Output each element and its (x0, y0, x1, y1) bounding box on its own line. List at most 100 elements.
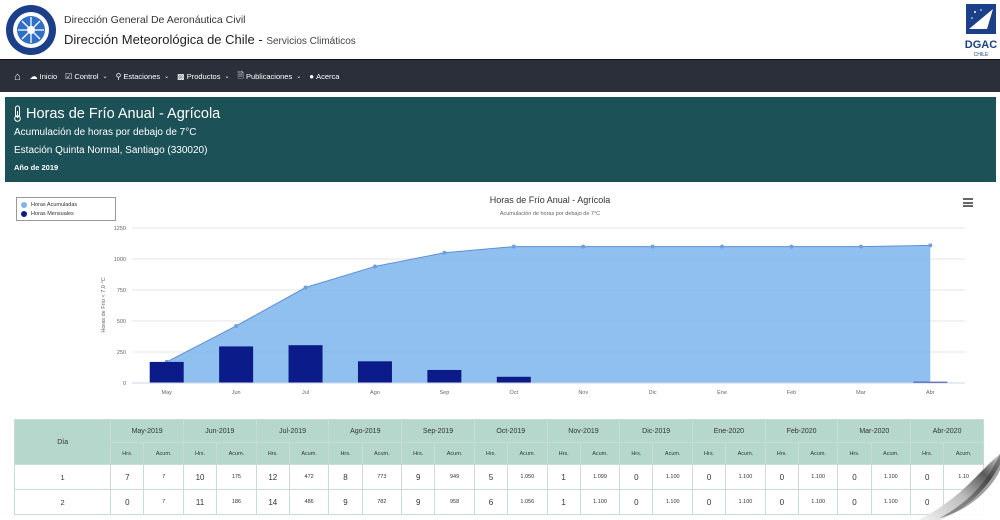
comment-icon: ● (309, 72, 315, 81)
acum-column-header: Acum. (434, 442, 475, 465)
acum-cell: 7 (143, 464, 184, 490)
table-row: 1 7 7 10 175 12 472 8 773 9 949 5 1.050 1 1.099 0 1.100 0… (14, 464, 984, 490)
hrs-column-header: Hrs. (546, 442, 581, 465)
hrs-cell: 0 (110, 489, 145, 515)
hrs-cell: 6 (473, 489, 508, 515)
page-title: Horas de Frío Anual - Agrícola (13, 105, 220, 122)
hrs-cell: 8 (328, 464, 363, 490)
nav-item-label: Productos (186, 72, 221, 81)
year-label: Año de 2019 (14, 163, 59, 172)
acum-cell: 949 (434, 464, 475, 490)
hrs-cell: 11 (182, 489, 218, 515)
acum-column-header: Acum. (143, 442, 184, 465)
hrs-cell: 0 (764, 489, 799, 515)
chevron-down-icon: ⌄ (102, 74, 108, 80)
acum-cell: 1.050 (506, 464, 548, 490)
nav-item-productos[interactable]: ▩ Productos ⌄ (177, 72, 229, 81)
bar-chart-icon: ▩ (177, 72, 185, 81)
acum-cell: 958 (434, 489, 475, 515)
nav-item-label: Estaciones (123, 72, 161, 81)
acum-column-header: Acum. (797, 442, 839, 465)
page-curl-icon[interactable] (880, 440, 1000, 520)
hrs-column-header: Hrs. (401, 442, 436, 465)
acum-column-header: Acum. (361, 442, 403, 465)
legend-item-accumulated[interactable]: Horas Acumuladas (21, 200, 111, 209)
acum-column-header: Acum. (506, 442, 548, 465)
hrs-cell: 9 (328, 489, 363, 515)
hrs-column-header: Hrs. (110, 442, 145, 465)
month-column-header: Oct-2019 (473, 419, 548, 443)
hrs-cell: 1 (546, 464, 581, 490)
month-column-header: Dic-2019 (619, 419, 694, 443)
hrs-cell: 9 (401, 489, 436, 515)
nav-item-label: Control (74, 72, 99, 81)
hrs-column-header: Hrs. (837, 442, 872, 465)
acum-cell: 472 (288, 464, 330, 490)
nav-item-publicaciones[interactable]: 🗎 Publicaciones ⌄ (238, 70, 302, 84)
hours-table: Día May-2019 Jun-2019 Jul-2019 Ago-2019 Sep-… (14, 419, 984, 515)
page-subtitle: Acumulación de horas por debajo de 7°C (14, 127, 197, 138)
legend-label: Horas Mensuales (31, 210, 74, 217)
acum-cell: 1.099 (579, 464, 621, 490)
hrs-cell: 1 (546, 489, 581, 515)
chart-title: Horas de Frío Anual - Agrícola (489, 195, 611, 205)
acum-column-header: Acum. (725, 442, 766, 465)
acum-column-header: Acum. (652, 442, 694, 465)
data-table-container: Día May-2019 Jun-2019 Jul-2019 Ago-2019 Sep-… (14, 419, 984, 520)
map-marker-icon: ⚲ (115, 72, 122, 81)
nav-item-inicio[interactable]: ☁ Inicio (30, 72, 58, 81)
month-column-header: Ago-2019 (328, 419, 403, 443)
page: Dirección General De Aeronáutica Civil D… (0, 0, 1000, 520)
nav-item-label: Acerca (316, 72, 340, 81)
hrs-cell: 12 (255, 464, 290, 490)
hrs-cell: 0 (692, 489, 727, 515)
thermometer-icon (14, 105, 21, 122)
chart-subtitle: Acumulación de horas por debajo de 7°C (499, 211, 601, 217)
hrs-cell: 14 (255, 489, 290, 515)
nav-item-control[interactable]: ☑ Control ⌄ (65, 72, 107, 81)
hrs-cell: 0 (764, 464, 799, 490)
dgac-logo-text: DGAC (965, 39, 997, 51)
hrs-column-header: Hrs. (182, 442, 218, 465)
month-column-header: Nov-2019 (546, 419, 621, 443)
check-square-icon: ☑ (65, 72, 73, 81)
legend-label: Horas Acumuladas (31, 201, 78, 208)
org-name-primary: Dirección General De Aeronáutica Civil (64, 14, 246, 26)
org-name-text: Dirección Meteorológica de Chile (64, 32, 255, 47)
hrs-column-header: Hrs. (619, 442, 654, 465)
nav-item-estaciones[interactable]: ⚲ Estaciones ⌄ (116, 72, 170, 81)
hrs-column-header: Hrs. (692, 442, 727, 465)
legend-swatch (21, 201, 27, 208)
acum-cell: 1.100 (725, 464, 766, 490)
table-row: 2 0 7 11 186 14 486 9 782 9 958 6 1.056 1 1.100 0 1.100 0… (14, 489, 984, 515)
month-column-header: May-2019 (110, 419, 184, 443)
day-cell: 1 (14, 464, 112, 490)
dmc-logo[interactable] (5, 4, 57, 56)
hrs-cell: 0 (619, 464, 654, 490)
legend-item-monthly[interactable]: Horas Mensuales (21, 209, 111, 218)
home-icon[interactable]: ⌂ (14, 71, 21, 83)
dgac-logo[interactable]: DGAC CHILE (960, 3, 1000, 59)
chevron-down-icon: ⌄ (164, 74, 170, 80)
station-label: Estación Quinta Normal, Santiago (330020… (14, 145, 208, 156)
hrs-column-header: Hrs. (328, 442, 363, 465)
acum-cell: 1.100 (652, 464, 694, 490)
hamburger-menu-icon[interactable] (963, 198, 973, 207)
acum-cell: 773 (361, 464, 403, 490)
nav-item-acerca[interactable]: ● Acerca (309, 72, 339, 81)
nav-item-label: Publicaciones (245, 72, 293, 81)
acum-cell: 1.100 (579, 489, 621, 515)
acum-cell: 186 (216, 489, 257, 515)
hrs-cell: 0 (837, 489, 872, 515)
hrs-cell: 10 (182, 464, 218, 490)
acum-column-header: Acum. (216, 442, 257, 465)
acum-cell: 1.100 (725, 489, 766, 515)
acum-column-header: Acum. (288, 442, 330, 465)
acum-cell: 1.100 (797, 464, 839, 490)
month-column-header: Jun-2019 (183, 419, 257, 443)
services-label: Servicios Climáticos (266, 36, 356, 47)
month-column-header: Jul-2019 (255, 419, 330, 443)
main-navbar: ⌂ ☁ Inicio ☑ Control ⌄ ⚲ Estaciones ⌄ ▩ … (0, 59, 1000, 92)
hrs-cell: 5 (473, 464, 508, 490)
hrs-cell: 0 (692, 464, 727, 490)
